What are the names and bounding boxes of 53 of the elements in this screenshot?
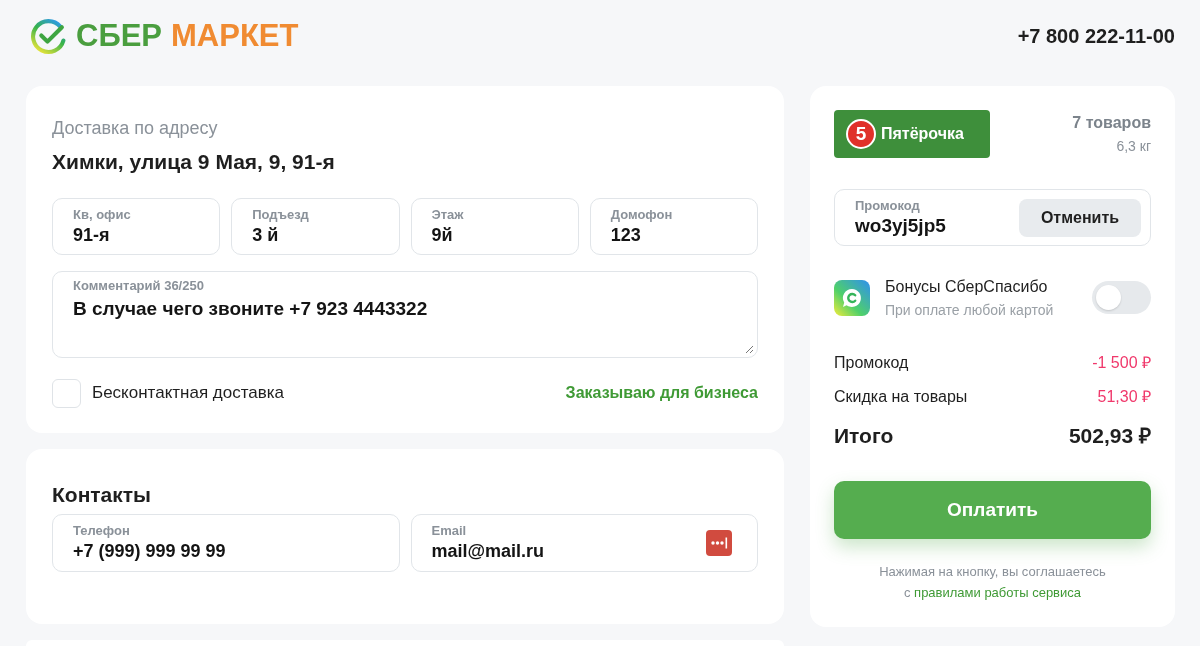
resize-handle-icon[interactable]	[745, 345, 754, 354]
field-value: +7 (999) 999 99 99	[73, 540, 226, 563]
order-weight: 6,3 кг	[1116, 137, 1151, 156]
summary-value: 51,30 ₽	[1097, 387, 1151, 407]
text-field[interactable]: Подъезд 3 й	[231, 198, 400, 255]
field-label: Комментарий 36/250	[73, 278, 205, 294]
checkbox-label: Бесконтактная доставка	[92, 382, 285, 404]
comment-field[interactable]: Комментарий 36/250 В случае чего звоните +7 923 4443322	[52, 271, 758, 358]
total-value: 502,93 ₽	[1068, 423, 1151, 449]
field-label: Кв, офис	[73, 206, 131, 223]
cancel-button[interactable]: Отменить	[1019, 198, 1141, 237]
field-label: Телефон	[73, 523, 131, 539]
field-value: 91-я	[73, 223, 111, 247]
delivery-address: Химки, улица 9 Мая, 9, 91-я	[52, 149, 336, 175]
toggle-switch[interactable]	[1092, 281, 1151, 314]
field-value: 9й	[431, 223, 454, 247]
field-label: Домофон	[610, 206, 673, 223]
items-count: 7 товаров	[1072, 113, 1151, 133]
field-value: 3 й	[252, 223, 280, 247]
bonus-subtitle: При оплате любой картой	[885, 301, 1054, 320]
business-link[interactable]: Заказываю для бизнеса	[565, 381, 758, 405]
check-ring-icon	[30, 17, 67, 55]
text-field[interactable]: Этаж 9й	[410, 198, 579, 255]
total-label: Итого	[834, 423, 894, 449]
section-subtitle: Доставка по адресу	[52, 117, 219, 140]
logo-text: СБЕР	[76, 18, 163, 54]
checkbox[interactable]	[52, 378, 81, 408]
phone-number[interactable]: +7 800 222-11-00	[1017, 22, 1175, 50]
field-value: mail@mail.ru	[431, 540, 545, 563]
agreement-text: Нажимая на кнопку, вы соглашаетесь с правилами работы сервиса	[878, 563, 1107, 602]
field-label: Этаж	[431, 206, 464, 223]
promo-field[interactable]: Промокод wo3yj5jp5 Отменить	[834, 189, 1151, 246]
store-logo-digit: 5	[846, 119, 876, 149]
field-label: Email	[431, 523, 468, 539]
logo-text: МАРКЕТ	[171, 18, 299, 54]
text-field[interactable]: Телефон +7 (999) 999 99 99	[52, 514, 400, 572]
field-value: wo3yj5jp5	[855, 213, 946, 238]
password-dots-icon[interactable]	[706, 530, 732, 556]
store-name: Пятёрочка	[881, 124, 964, 144]
text-field[interactable]: Домофон 123	[589, 198, 758, 255]
bonus-title: Бонусы СберСпасибо	[885, 277, 1049, 297]
field-value: В случае чего звоните +7 923 4443322	[73, 297, 429, 321]
field-value: 123	[610, 223, 642, 247]
text-field[interactable]: Кв, офис 91-я	[52, 198, 221, 255]
summary-value: -1 500 ₽	[1092, 353, 1151, 373]
field-label: Промокод	[855, 197, 921, 214]
chat-bubble-app-icon	[834, 280, 870, 316]
terms-link[interactable]: правилами работы сервиса	[914, 585, 1081, 600]
field-label: Подъезд	[252, 206, 309, 223]
text-field[interactable]: Email mail@mail.ru	[410, 514, 758, 572]
summary-label: Промокод	[834, 353, 909, 373]
section-title: Контакты	[52, 482, 153, 508]
summary-label: Скидка на товары	[834, 387, 968, 407]
